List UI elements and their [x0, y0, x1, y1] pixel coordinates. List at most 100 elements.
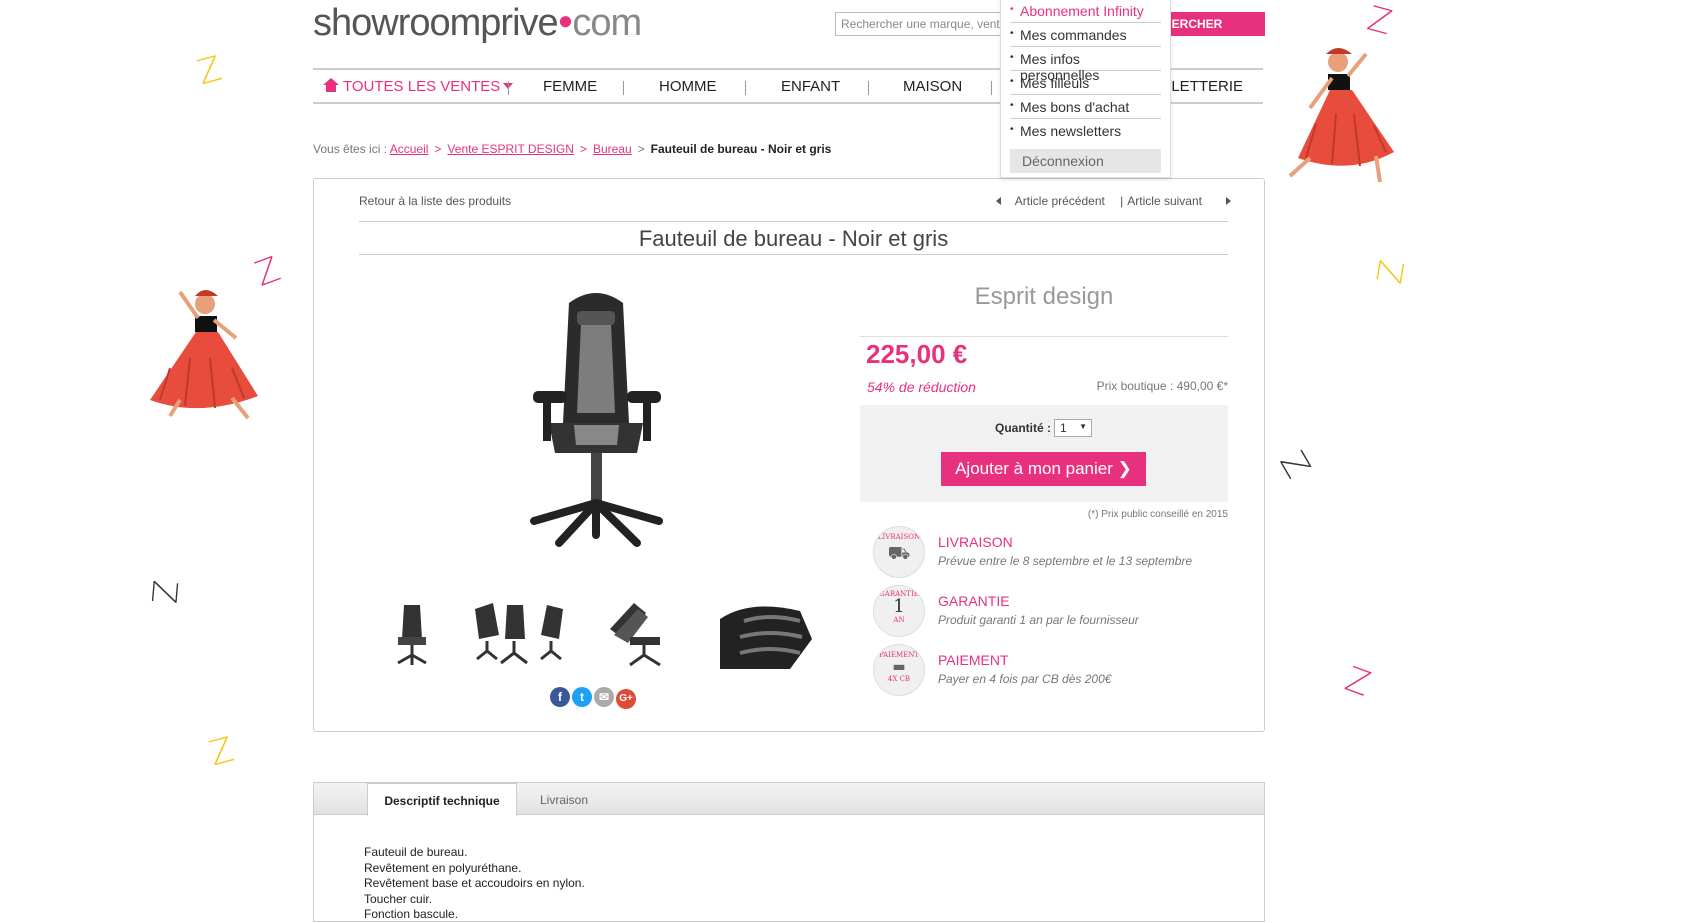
product-thumbnail[interactable]	[604, 599, 676, 669]
arrow-right-icon	[1226, 197, 1231, 205]
delivery-title: LIVRAISON	[938, 534, 1013, 550]
retail-price: Prix boutique : 490,00 €*	[1096, 379, 1228, 393]
nav-divider	[508, 81, 509, 95]
breadcrumb-prefix: Vous êtes ici :	[313, 142, 388, 156]
zigzag-decoration: Z	[193, 48, 227, 94]
tab-bar: Descriptif technique Livraison	[314, 783, 1264, 816]
warranty-description: Produit garanti 1 an par le fournisseur	[938, 613, 1139, 627]
sale-price: 225,00 €	[866, 339, 968, 369]
warranty-badge-icon: GARANTIE 1 AN	[873, 585, 925, 637]
logo-dot: ●	[557, 5, 574, 35]
home-icon	[323, 78, 339, 92]
zigzag-decoration: Z	[205, 729, 239, 775]
payment-badge-icon: PAIEMENT ▬ 4X CB	[873, 644, 925, 696]
description-line: Revêtement en polyuréthane.	[364, 860, 522, 875]
product-panel: Retour à la liste des produits Article p…	[313, 178, 1265, 732]
menu-item-referrals[interactable]: Mes filleuls	[1010, 71, 1161, 95]
price-footnote: (*) Prix public conseillé en 2015	[1087, 509, 1228, 520]
card-glyph: ▬	[892, 659, 906, 675]
nav-item-femme[interactable]: FEMME	[543, 78, 597, 95]
zigzag-decoration: Z	[1271, 444, 1318, 486]
email-icon[interactable]: ✉	[594, 687, 614, 707]
breadcrumb-separator: >	[637, 142, 645, 156]
nav-item-maroquinerie[interactable]: LLETTERIE	[1163, 78, 1243, 95]
account-dropdown: Abonnement Infinity Mes commandes Mes in…	[1000, 0, 1171, 178]
nav-all-sales[interactable]: TOUTES LES VENTES	[323, 78, 514, 95]
search-button[interactable]: HERCHER	[1155, 12, 1265, 36]
product-thumbnail[interactable]	[720, 599, 812, 669]
tab-technical-description[interactable]: Descriptif technique	[367, 783, 517, 816]
delivery-info: LIVRAISON ⛟ LIVRAISON Prévue entre le 8 …	[873, 526, 1233, 580]
nav-item-enfant[interactable]: ENFANT	[781, 78, 840, 95]
zigzag-decoration: Z	[1363, 0, 1397, 44]
facebook-icon[interactable]: f	[550, 687, 570, 707]
breadcrumb-link-category[interactable]: Bureau	[593, 142, 632, 156]
zigzag-decoration: Z	[1369, 257, 1414, 287]
site-logo[interactable]: showroomprive●com	[313, 2, 642, 45]
payment-badge-bottom: 4X CB	[887, 675, 911, 683]
nav-all-sales-label: TOUTES LES VENTES	[343, 78, 501, 95]
menu-item-newsletters[interactable]: Mes newsletters	[1010, 119, 1161, 143]
delivery-truck-icon: LIVRAISON ⛟	[873, 526, 925, 578]
warranty-badge-number: 1	[893, 596, 905, 617]
nav-divider	[745, 81, 746, 95]
dancer-illustration-left	[150, 290, 258, 420]
description-line: Revêtement base et accoudoirs en nylon.	[364, 876, 585, 890]
product-main-image[interactable]	[519, 283, 674, 553]
brand-name[interactable]: Esprit design	[860, 283, 1228, 337]
nav-item-homme[interactable]: HOMME	[659, 78, 717, 95]
menu-item-personal-info[interactable]: Mes infos personnelles	[1010, 47, 1161, 83]
nav-divider	[623, 81, 624, 95]
payment-badge-top: PAIEMENT	[878, 651, 920, 659]
add-to-cart-button[interactable]: Ajouter à mon panier ❯	[941, 452, 1146, 486]
nav-divider	[868, 81, 869, 95]
delivery-description: Prévue entre le 8 septembre et le 13 sep…	[938, 554, 1193, 568]
product-title: Fauteuil de bureau - Noir et gris	[359, 221, 1228, 255]
logo-tld: com	[572, 2, 642, 44]
quantity-label: Quantité :	[995, 421, 1051, 435]
breadcrumb-separator: >	[434, 142, 442, 156]
tab-delivery[interactable]: Livraison	[519, 783, 609, 816]
nav-item-maison[interactable]: MAISON	[903, 78, 962, 95]
next-article-link[interactable]: Article suivant	[1127, 194, 1202, 208]
zigzag-decoration: Z	[1339, 659, 1376, 705]
menu-item-vouchers[interactable]: Mes bons d'achat	[1010, 95, 1161, 119]
logo-text: showroomprive	[313, 2, 559, 44]
product-details-tabs: Descriptif technique Livraison Fauteuil …	[313, 782, 1265, 922]
technical-description: Fauteuil de bureau. Revêtement en polyur…	[364, 845, 585, 923]
share-buttons: f t ✉ G+	[550, 687, 638, 709]
description-line: Toucher cuir.	[364, 891, 433, 906]
dancer-illustration-right	[1288, 48, 1394, 183]
description-line: Fauteuil de bureau.	[364, 845, 468, 859]
warranty-title: GARANTIE	[938, 593, 1010, 609]
truck-glyph: ⛟	[887, 543, 911, 564]
delivery-badge-text: LIVRAISON	[877, 533, 921, 541]
purchase-box: Quantité : 1 Ajouter à mon panier ❯	[860, 405, 1228, 502]
menu-item-orders[interactable]: Mes commandes	[1010, 23, 1161, 47]
payment-description: Payer en 4 fois par CB dès 200€	[938, 672, 1112, 686]
breadcrumb-link-sale[interactable]: Vente ESPRIT DESIGN	[447, 142, 574, 156]
product-thumbnail[interactable]	[392, 599, 432, 669]
article-navigation: Article précédent | Article suivant	[995, 194, 1231, 208]
menu-item-infinity[interactable]: Abonnement Infinity	[1010, 0, 1161, 23]
back-to-list-link[interactable]: Retour à la liste des produits	[359, 194, 511, 208]
google-plus-icon[interactable]: G+	[616, 689, 636, 709]
twitter-icon[interactable]: t	[572, 687, 592, 707]
payment-title: PAIEMENT	[938, 652, 1009, 668]
warranty-info: GARANTIE 1 AN GARANTIE Produit garanti 1…	[873, 585, 1233, 639]
nav-divider	[991, 81, 992, 95]
breadcrumb-link-home[interactable]: Accueil	[390, 142, 429, 156]
breadcrumb: Vous êtes ici : Accueil > Vente ESPRIT DES…	[313, 142, 831, 156]
quantity-select[interactable]: 1	[1054, 419, 1092, 437]
zigzag-decoration: Z	[249, 249, 286, 295]
arrow-left-icon	[995, 197, 1001, 205]
warranty-badge-bottom: AN	[893, 616, 905, 624]
logout-button[interactable]: Déconnexion	[1010, 149, 1161, 173]
description-line: Fonction bascule.	[364, 907, 459, 921]
breadcrumb-separator: >	[579, 142, 587, 156]
search-input[interactable]: Rechercher une marque, vente...	[835, 12, 1025, 36]
previous-article-link[interactable]: Article précédent	[1015, 194, 1105, 208]
nav-divider: |	[1120, 194, 1124, 208]
product-thumbnail[interactable]	[469, 599, 569, 669]
breadcrumb-current: Fauteuil de bureau - Noir et gris	[650, 142, 832, 156]
